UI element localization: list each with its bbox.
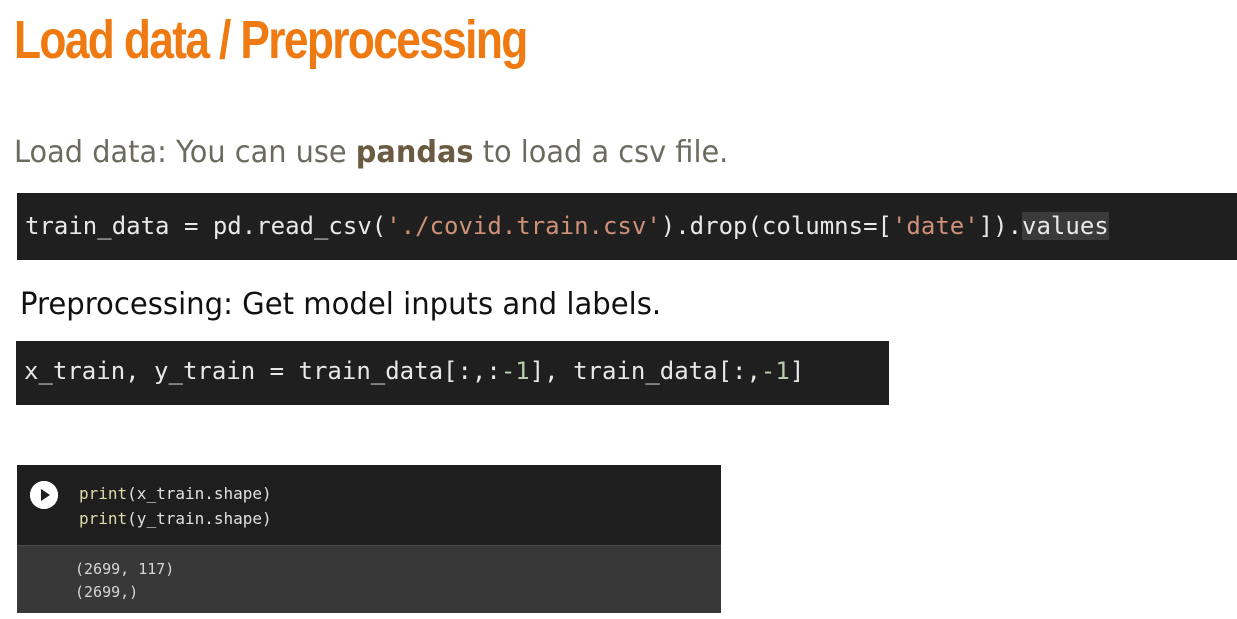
- output-line: (2699, 117): [75, 560, 175, 578]
- code1-part2: ).drop(columns=[: [660, 212, 892, 240]
- play-circle-icon: [30, 481, 58, 509]
- code-block-load-data: train_data = pd.read_csv('./covid.train.…: [17, 193, 1237, 260]
- print-args: (x_train.shape): [127, 484, 272, 503]
- notebook-cell: print(x_train.shape) print(y_train.shape…: [17, 465, 721, 613]
- code2-part3: ]: [789, 357, 805, 385]
- code1-part1: train_data = pd.read_csv(: [25, 212, 387, 240]
- cell-output: (2699, 117) (2699,): [17, 546, 721, 613]
- print-fn: print: [79, 509, 128, 528]
- code1-string-date: 'date': [891, 212, 979, 240]
- intro-text: Load data: You can use pandas to load a …: [14, 130, 728, 176]
- code-block-preprocessing: x_train, y_train = train_data[:,:-1], tr…: [16, 341, 889, 405]
- intro-suffix: to load a csv file.: [473, 135, 729, 170]
- preprocessing-text: Preprocessing: Get model inputs and labe…: [20, 287, 662, 322]
- slide: Load data / Preprocessing Load data: You…: [0, 0, 1237, 619]
- cell-input-line: print(x_train.shape): [79, 481, 721, 506]
- code2-part2: ], train_data[:,: [529, 357, 761, 385]
- page-title: Load data / Preprocessing: [14, 10, 528, 70]
- print-fn: print: [79, 484, 128, 503]
- code1-string-path: './covid.train.csv': [386, 212, 661, 240]
- print-args: (y_train.shape): [127, 509, 272, 528]
- run-cell-button[interactable]: [30, 481, 58, 509]
- code1-part3: ]).: [978, 212, 1023, 240]
- code1-values-highlight: values: [1022, 212, 1109, 240]
- cell-input-line: print(y_train.shape): [79, 506, 721, 531]
- cell-input-code[interactable]: print(x_train.shape) print(y_train.shape…: [69, 465, 721, 545]
- cell-gutter: [17, 465, 69, 545]
- code2-num2: -1: [760, 357, 790, 385]
- code2-part1: x_train, y_train = train_data[:,:: [24, 357, 501, 385]
- code2-num1: -1: [500, 357, 530, 385]
- intro-prefix: Load data: You can use: [14, 135, 356, 170]
- intro-bold-pandas: pandas: [355, 135, 474, 170]
- output-line: (2699,): [75, 583, 139, 601]
